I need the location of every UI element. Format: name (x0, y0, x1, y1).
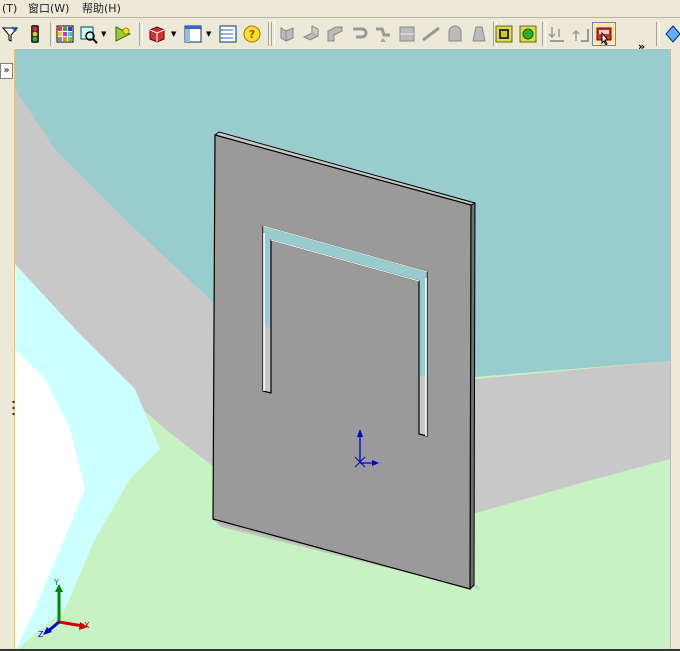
cross-break-icon[interactable] (420, 23, 442, 45)
panel-expand-button[interactable]: » (0, 63, 13, 79)
view-panel-dropdown-arrow[interactable]: ▼ (206, 31, 212, 38)
toolbar: ▼ ▼ ▼ ? » (0, 18, 680, 53)
lighting-icon[interactable] (112, 23, 134, 45)
closed-corner-icon[interactable] (444, 23, 466, 45)
menu-window[interactable]: 窗口(W) (28, 1, 69, 16)
edge-flange-icon[interactable] (300, 23, 322, 45)
hem-icon[interactable] (348, 23, 370, 45)
appearance-dropdown-arrow[interactable]: ▼ (171, 31, 177, 38)
triad-x-label: X (84, 621, 90, 630)
view-orientation-icon[interactable] (662, 23, 680, 45)
toolbar-separator (656, 22, 660, 46)
graphics-viewport[interactable]: Y X Z (15, 49, 670, 651)
zoom-icon[interactable] (78, 23, 100, 45)
sketched-bend-icon[interactable] (396, 23, 418, 45)
toolbar-separator (139, 22, 143, 46)
fold-icon[interactable] (570, 23, 592, 45)
grid-icon[interactable] (54, 23, 76, 45)
reference-triad: Y X Z (38, 578, 90, 639)
miter-flange-icon[interactable] (324, 23, 346, 45)
sheet-metal-part[interactable] (15, 49, 670, 651)
triad-y-label: Y (53, 578, 59, 587)
no-bends-icon[interactable] (517, 23, 539, 45)
menu-help[interactable]: 帮助(H) (82, 1, 121, 16)
flatten-icon[interactable] (493, 23, 515, 45)
right-edge-scrollbar[interactable] (670, 49, 680, 651)
appearance-cube-icon[interactable] (146, 23, 168, 45)
unfold-icon[interactable] (546, 23, 568, 45)
view-panel-icon[interactable] (182, 23, 204, 45)
lofted-bend-icon[interactable] (468, 23, 490, 45)
list-icon[interactable] (217, 23, 239, 45)
toolbar-separator (271, 22, 275, 46)
filter-icon[interactable] (0, 23, 22, 45)
zoom-dropdown-arrow[interactable]: ▼ (101, 31, 107, 38)
section-view-icon[interactable] (592, 22, 616, 46)
traffic-light-icon[interactable] (24, 23, 46, 45)
sheet-metal-base-flange-icon[interactable] (276, 23, 298, 45)
help-icon[interactable]: ? (241, 23, 263, 45)
menu-bar: (T) 窗口(W) 帮助(H) (0, 0, 680, 18)
feature-manager-panel: » (0, 49, 15, 651)
jog-icon[interactable] (372, 23, 394, 45)
svg-text:?: ? (249, 28, 255, 41)
menu-tools[interactable]: (T) (2, 1, 17, 16)
triad-z-label: Z (38, 630, 44, 639)
